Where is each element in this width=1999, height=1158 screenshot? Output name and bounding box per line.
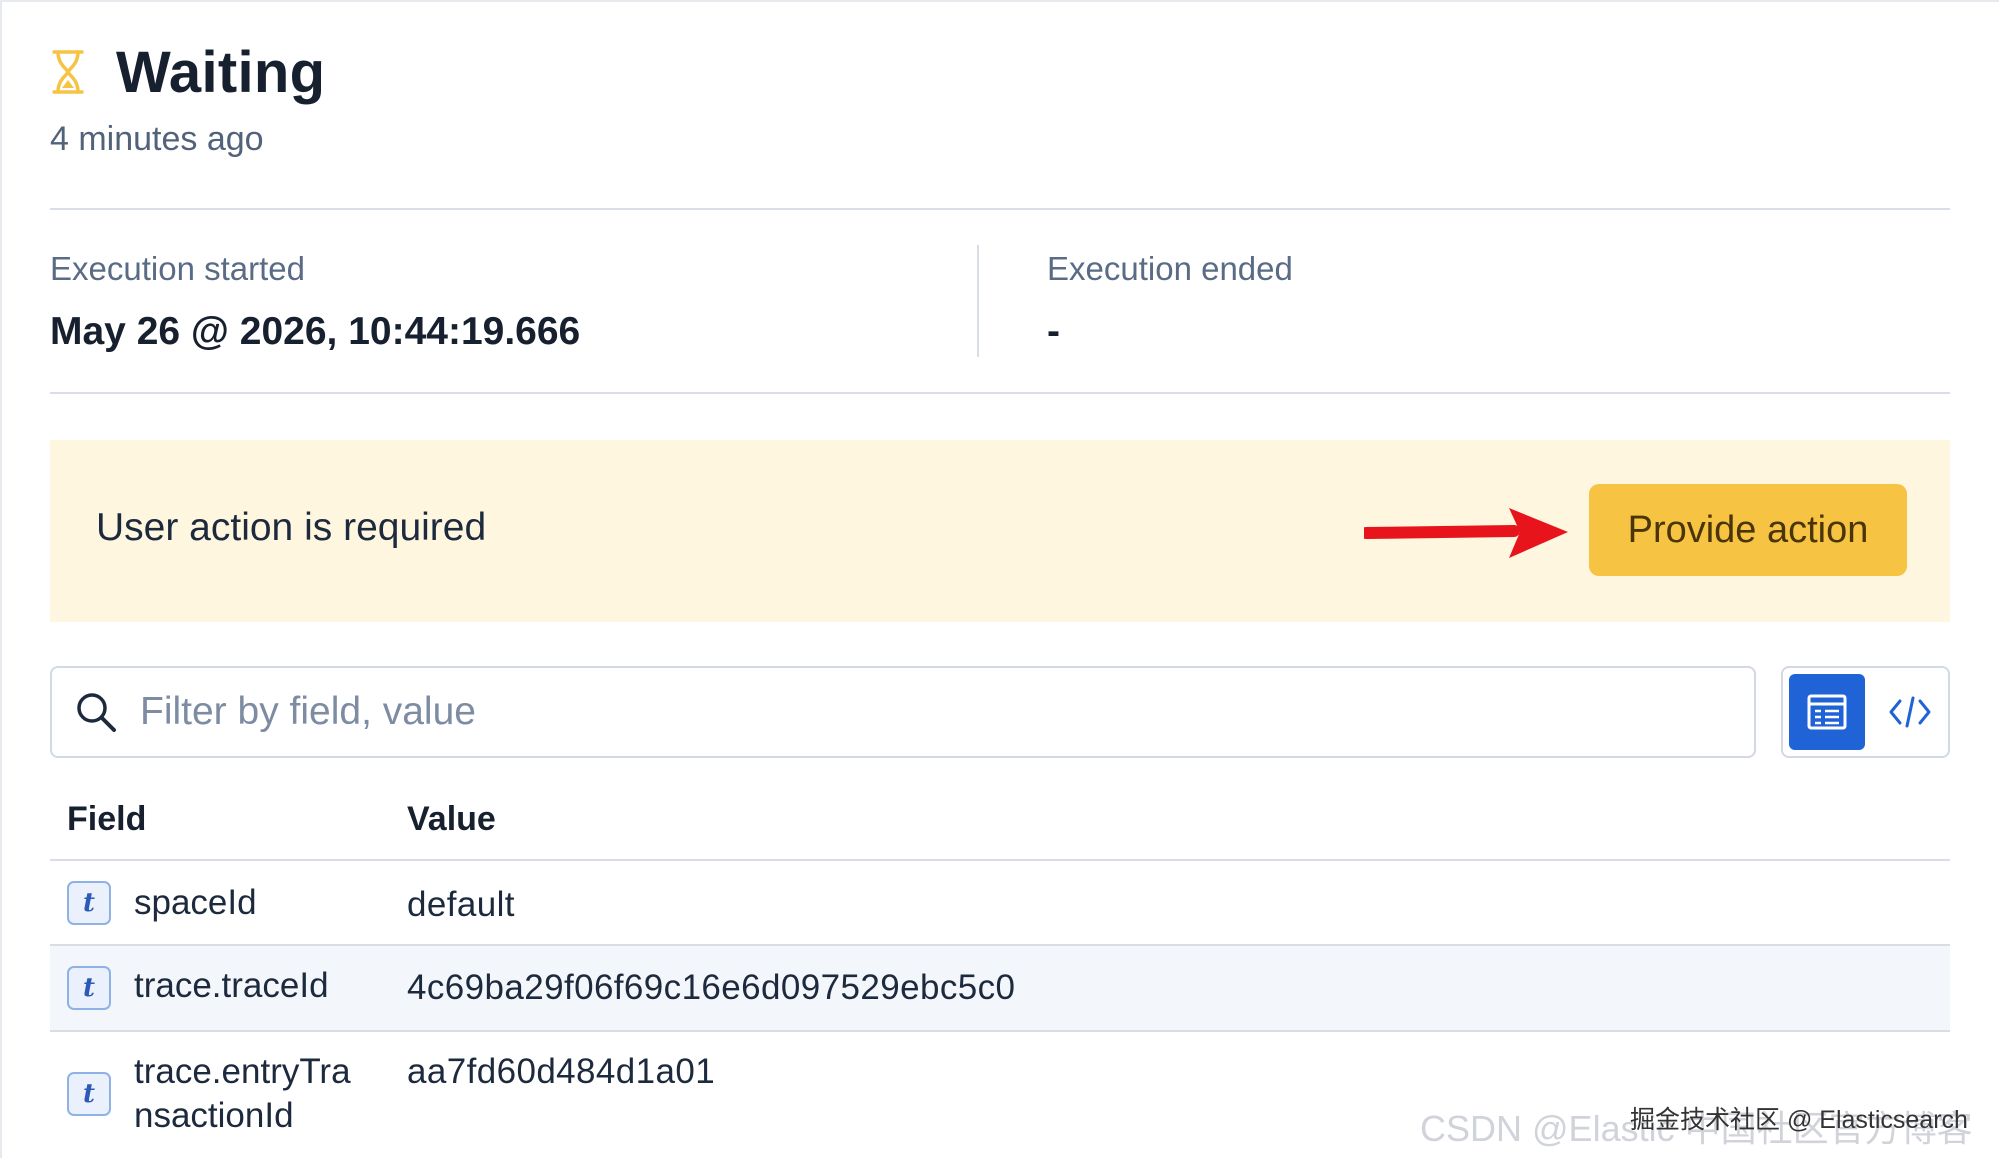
callout-message: User action is required	[96, 506, 487, 549]
red-arrow-icon	[1364, 508, 1568, 558]
field-cell: trace.entryTra nsactionId	[134, 1052, 351, 1135]
type-badge: t	[67, 1072, 111, 1116]
watermark-overlay-text: 掘金技术社区 @ Elasticsearch	[1630, 1106, 1968, 1134]
value-cell: 4c69ba29f06f69c16e6d097529ebc5c0	[407, 968, 1016, 1007]
execution-ended-label: Execution ended	[1047, 250, 1293, 287]
value-cell: default	[407, 885, 515, 924]
code-view-button[interactable]	[1875, 674, 1945, 750]
status-title: Waiting	[116, 39, 326, 105]
column-header-field: Field	[67, 800, 147, 838]
table-row: t trace.traceId 4c69ba29f06f69c16e6d0975…	[50, 946, 1950, 1030]
execution-started-label: Execution started	[50, 250, 305, 287]
type-badge: t	[67, 881, 111, 925]
type-badge: t	[67, 966, 111, 1010]
value-cell: aa7fd60d484d1a01	[407, 1052, 716, 1091]
status-time-ago: 4 minutes ago	[50, 120, 264, 158]
divider-top	[50, 208, 1950, 210]
hourglass-icon	[52, 50, 84, 94]
vertical-divider	[977, 245, 979, 357]
execution-started: Execution started May 26 @ 2026, 10:44:1…	[50, 250, 580, 354]
filter-input[interactable]	[140, 690, 1754, 734]
status-header: Waiting	[50, 39, 326, 105]
column-header-value: Value	[407, 800, 496, 838]
execution-ended: Execution ended -	[1047, 250, 1293, 354]
table-icon	[1807, 694, 1847, 730]
field-cell: trace.traceId	[134, 966, 329, 1005]
execution-started-value: May 26 @ 2026, 10:44:19.666	[50, 310, 581, 353]
divider-mid	[50, 392, 1950, 394]
field-cell: spaceId	[134, 883, 257, 922]
table-view-button[interactable]	[1789, 674, 1865, 750]
code-icon	[1889, 696, 1931, 728]
filter-search-box[interactable]	[50, 666, 1756, 758]
table-row: t spaceId default	[50, 861, 1950, 944]
provide-action-button[interactable]: Provide action	[1589, 484, 1907, 576]
search-icon	[77, 693, 116, 732]
view-toggle-group	[1781, 666, 1950, 758]
execution-detail-panel: Waiting 4 minutes ago Execution started …	[0, 0, 1999, 1158]
execution-ended-value: -	[1047, 310, 1060, 353]
